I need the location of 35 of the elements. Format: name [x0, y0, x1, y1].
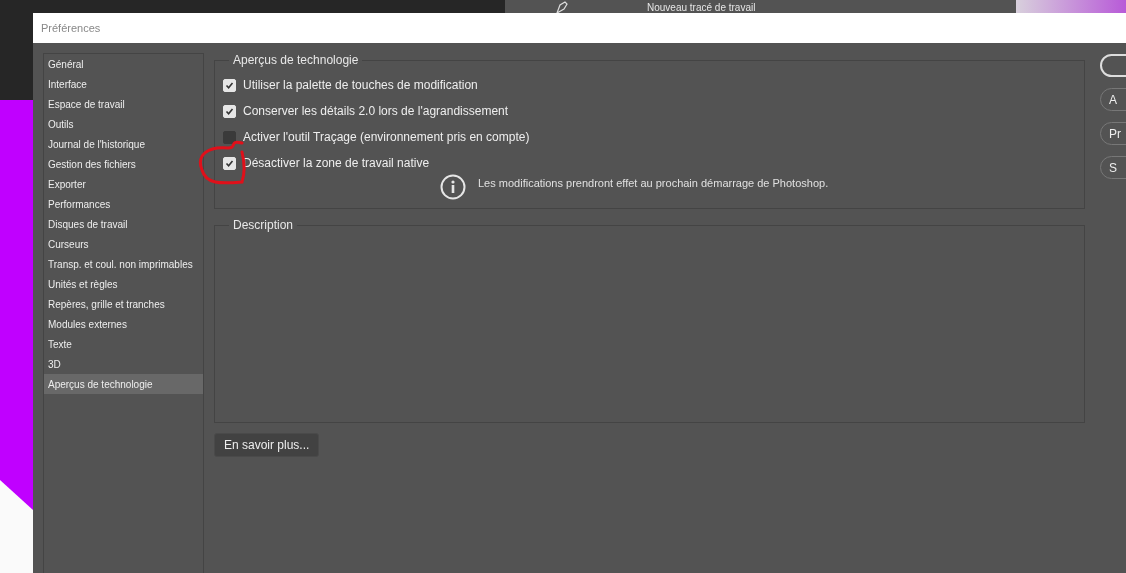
checkbox-label: Conserver les détails 2.0 lors de l'agrandissement	[243, 104, 509, 118]
sidebar-item[interactable]: Performances	[44, 194, 203, 214]
sidebar-item[interactable]: Gestion des fichiers	[44, 154, 203, 174]
sidebar-item[interactable]: Exporter	[44, 174, 203, 194]
checkbox-label: Activer l'outil Traçage (environnement pris en compte)	[243, 130, 530, 144]
check-icon	[225, 80, 234, 90]
learn-more-button[interactable]: En savoir plus...	[214, 433, 320, 457]
sidebar-item[interactable]: Disques de travail	[44, 214, 203, 234]
dialog-button[interactable]: S	[1100, 156, 1126, 179]
sidebar-item[interactable]: Transp. et coul. non imprimables	[44, 254, 203, 274]
sidebar-item[interactable]: Général	[44, 54, 203, 74]
sidebar-item[interactable]: Texte	[44, 334, 203, 354]
sidebar-item[interactable]: Unités et règles	[44, 274, 203, 294]
group-title: Aperçus de technologie	[229, 53, 363, 67]
info-icon	[440, 174, 466, 200]
sidebar-item[interactable]: Repères, grille et tranches	[44, 294, 203, 314]
window-title: Préférences	[41, 22, 101, 34]
checkbox-label: Utiliser la palette de touches de modification	[243, 78, 478, 92]
dialog-button[interactable]: A	[1100, 88, 1126, 111]
sidebar-item[interactable]: Curseurs	[44, 234, 203, 254]
sidebar-item[interactable]: 3D	[44, 354, 203, 374]
sidebar-item[interactable]: Espace de travail	[44, 94, 203, 114]
group-title: Description	[229, 218, 298, 232]
sidebar-item[interactable]: Journal de l'historique	[44, 134, 203, 154]
sidebar-item[interactable]: Modules externes	[44, 314, 203, 334]
dialog-button[interactable]: Pr	[1100, 122, 1126, 145]
sidebar-item[interactable]: Aperçus de technologie	[44, 374, 203, 394]
panel-item-label: Nouveau tracé de travail	[647, 2, 756, 13]
sidebar-item[interactable]: Interface	[44, 74, 203, 94]
notice-text: Les modifications prendront effet au prochain démarrage de Photoshop.	[478, 177, 829, 189]
checkbox[interactable]	[223, 130, 236, 144]
sidebar-item[interactable]: Outils	[44, 114, 203, 134]
check-icon	[225, 158, 234, 168]
check-icon	[225, 106, 234, 116]
pen-icon	[555, 1, 569, 13]
